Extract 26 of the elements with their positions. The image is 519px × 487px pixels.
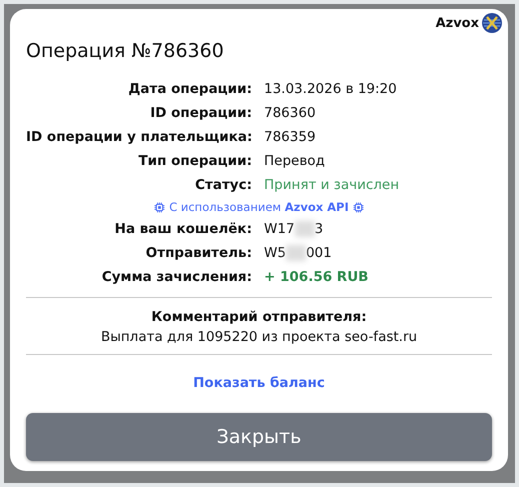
detail-value: W17 3 bbox=[264, 220, 324, 239]
detail-label: На ваш кошелёк: bbox=[114, 220, 252, 239]
detail-label: Статус: bbox=[194, 176, 252, 195]
detail-label: Сумма зачисления: bbox=[100, 268, 252, 287]
api-note: С использованием Azvox API bbox=[169, 199, 349, 216]
brand-name: Azvox bbox=[436, 16, 479, 30]
detail-value: 786360 bbox=[264, 104, 317, 123]
comment-text: Выплата для 1095220 из проекта seo-fast.ru bbox=[100, 328, 418, 347]
globe-logo-icon bbox=[482, 13, 502, 33]
detail-label: ID операции: bbox=[149, 104, 252, 123]
status-value: Принят и зачислен bbox=[264, 176, 400, 195]
chip-icon bbox=[154, 202, 166, 212]
comment-title: Комментарий отправителя: bbox=[150, 308, 368, 327]
detail-label: Дата операции: bbox=[127, 80, 252, 99]
chip-icon bbox=[352, 202, 364, 212]
amount-value: + 106.56 RUB bbox=[264, 268, 370, 287]
close-button[interactable]: Закрыть bbox=[26, 413, 492, 461]
detail-label: Тип операции: bbox=[137, 152, 252, 171]
detail-value: W5 001 bbox=[264, 244, 332, 263]
dialog-title: Операция №786360 bbox=[26, 39, 224, 64]
detail-value: Перевод bbox=[264, 152, 326, 171]
show-balance-link[interactable]: Показать баланс bbox=[193, 375, 325, 391]
detail-label: Отправитель: bbox=[144, 244, 252, 263]
detail-value: 13.03.2026 в 19:20 bbox=[264, 80, 398, 99]
detail-label: ID операции у плательщика: bbox=[26, 128, 252, 147]
detail-value: 786359 bbox=[264, 128, 317, 147]
